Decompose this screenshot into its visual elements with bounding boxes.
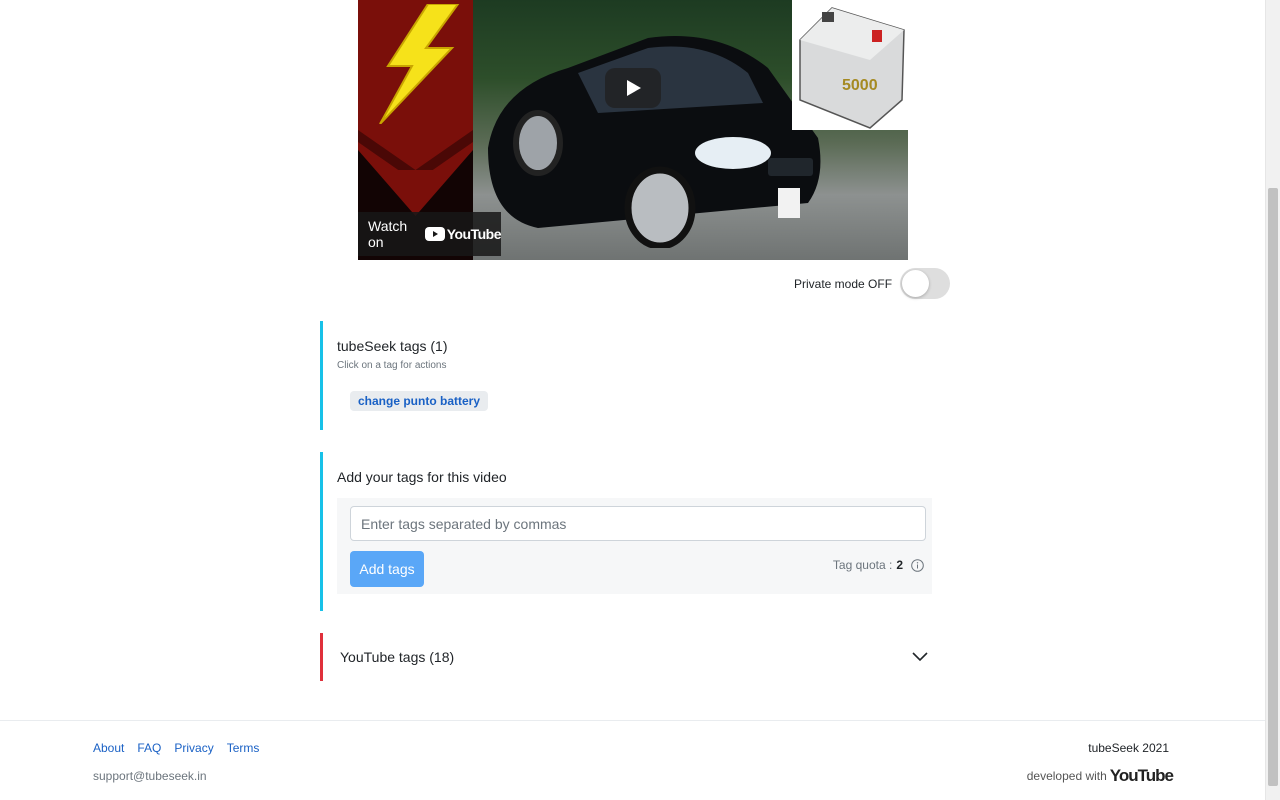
page-scrollbar[interactable] — [1265, 0, 1280, 800]
info-icon[interactable] — [911, 558, 924, 572]
developed-with-youtube: developed with YouTube — [1026, 766, 1174, 786]
footer-link-terms[interactable]: Terms — [227, 741, 260, 755]
car-image — [488, 36, 821, 248]
tag-chip[interactable]: change punto battery — [350, 391, 489, 411]
add-tags-form: Add tags Tag quota : 2 — [337, 498, 932, 594]
add-tags-title: Add your tags for this video — [337, 469, 507, 485]
tags-input[interactable] — [350, 506, 926, 541]
footer-links: About FAQ Privacy Terms — [93, 741, 259, 755]
battery-image: 5000 — [792, 0, 908, 130]
add-tags-card: Add your tags for this video Add tags Ta… — [320, 452, 932, 611]
footer-link-faq[interactable]: FAQ — [137, 741, 161, 755]
private-mode-toggle[interactable] — [900, 268, 951, 299]
tubeseek-tags-subtitle: Click on a tag for actions — [337, 360, 447, 371]
copyright: tubeSeek 2021 — [1088, 741, 1169, 755]
tubeseek-tags-card: tubeSeek tags (1) Click on a tag for act… — [320, 321, 932, 430]
tag-quota-value: 2 — [896, 558, 903, 572]
tag-quota-label: Tag quota : — [832, 558, 893, 572]
lightning-bolt-icon — [379, 4, 460, 124]
play-icon — [627, 80, 641, 96]
youtube-tags-title: YouTube tags (18) — [340, 649, 455, 665]
toggle-knob — [902, 270, 930, 297]
footer-link-about[interactable]: About — [93, 741, 124, 755]
tubeseek-tags-title: tubeSeek tags (1) — [337, 338, 448, 354]
watch-on-label: Watch on — [368, 218, 408, 250]
private-mode-label: Private mode OFF — [794, 276, 893, 291]
support-email: support@tubeseek.in — [93, 769, 207, 783]
youtube-play-icon — [424, 227, 445, 241]
footer: About FAQ Privacy Terms support@tubeseek… — [0, 720, 1265, 800]
private-mode-control: Private mode OFF — [794, 268, 951, 299]
watch-on-youtube-button[interactable]: Watch on YouTube — [358, 212, 502, 256]
play-button[interactable] — [605, 68, 661, 108]
footer-link-privacy[interactable]: Privacy — [174, 741, 213, 755]
svg-text:5000: 5000 — [842, 77, 878, 94]
developed-with-label: developed with — [1026, 769, 1107, 783]
add-tags-button[interactable]: Add tags — [350, 551, 424, 587]
scrollbar-thumb[interactable] — [1268, 188, 1278, 786]
youtube-wordmark: YouTube — [446, 226, 502, 242]
chevron-down-icon[interactable] — [912, 652, 928, 662]
tag-quota: Tag quota : 2 — [833, 558, 924, 572]
youtube-logo: YouTube — [1109, 766, 1174, 785]
youtube-tags-card[interactable]: YouTube tags (18) — [320, 633, 932, 681]
